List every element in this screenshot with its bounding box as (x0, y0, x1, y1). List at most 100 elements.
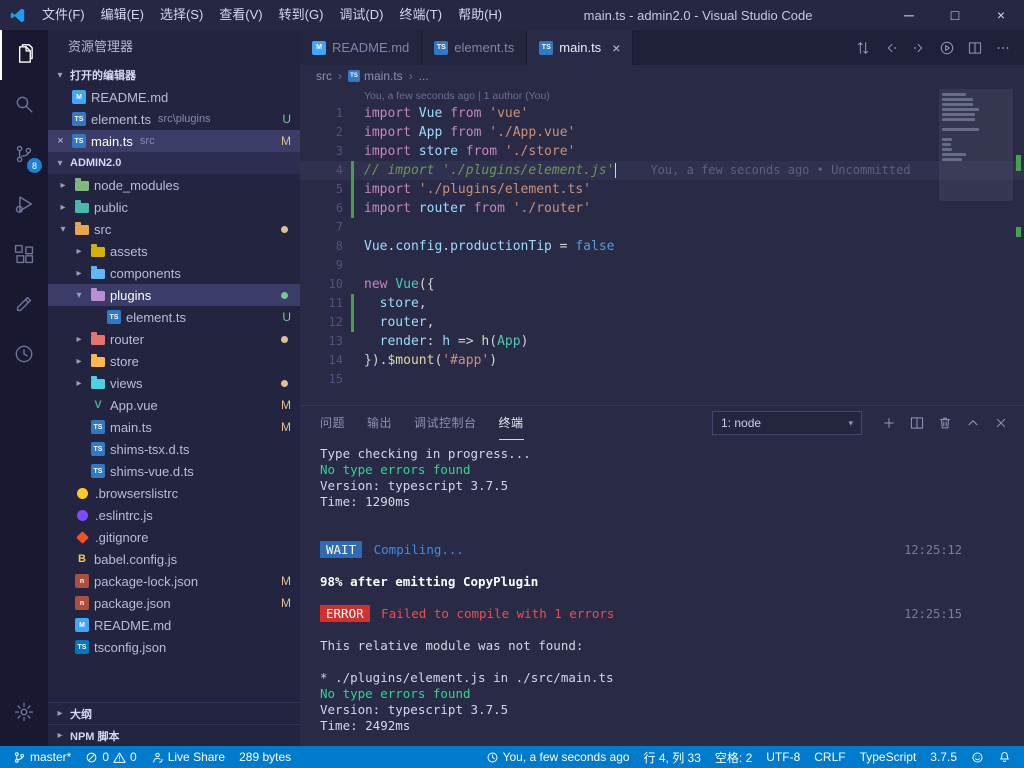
tree-item-src[interactable]: ▾src (48, 218, 300, 240)
more-actions-icon[interactable] (990, 35, 1016, 61)
open-editor-readme-md[interactable]: MREADME.md (48, 86, 300, 108)
new-terminal-icon[interactable] (876, 410, 902, 436)
code-line[interactable]: 1import Vue from 'vue' (300, 104, 1024, 123)
panel-tab-item[interactable]: 输出 (367, 406, 392, 440)
status-live-share[interactable]: Live Share (144, 746, 232, 768)
section-npm[interactable]: ▸NPM 脚本 (48, 724, 300, 746)
status-language[interactable]: TypeScript (853, 746, 924, 768)
menu-item-g[interactable]: 转到(G) (271, 0, 332, 30)
close-icon[interactable]: × (54, 135, 67, 147)
open-editor-element-ts[interactable]: TSelement.tssrc\pluginsU (48, 108, 300, 130)
tree-item-element-ts[interactable]: TSelement.tsU (48, 306, 300, 328)
panel-tab-item[interactable]: 问题 (320, 406, 345, 440)
status-ts-version[interactable]: 3.7.5 (923, 746, 964, 768)
tree-item-assets[interactable]: ▸assets (48, 240, 300, 262)
panel-tab-item[interactable]: 终端 (499, 406, 524, 440)
activity-source-control[interactable]: 8 (0, 130, 48, 180)
code-line[interactable]: 15 (300, 370, 1024, 389)
activity-debug[interactable] (0, 180, 48, 230)
code-line[interactable]: 8Vue.config.productionTip = false (300, 237, 1024, 256)
activity-search[interactable] (0, 80, 48, 130)
run-icon[interactable] (934, 35, 960, 61)
tree-item-store[interactable]: ▸store (48, 350, 300, 372)
tree-item-components[interactable]: ▸components (48, 262, 300, 284)
breadcrumb[interactable]: src›TSmain.ts›... (300, 65, 1024, 87)
menu-item-s[interactable]: 选择(S) (152, 0, 211, 30)
tree-item-readme-md[interactable]: MREADME.md (48, 614, 300, 636)
tree-item-shims-vue-d-ts[interactable]: TSshims-vue.d.ts (48, 460, 300, 482)
menu-item-v[interactable]: 查看(V) (211, 0, 270, 30)
code-line[interactable]: 10new Vue({ (300, 275, 1024, 294)
tree-item-gitignore[interactable]: .gitignore (48, 526, 300, 548)
status-eol[interactable]: CRLF (807, 746, 852, 768)
code-line[interactable]: 12 router, (300, 313, 1024, 332)
next-change-icon[interactable] (906, 35, 932, 61)
code-line[interactable]: 13 render: h => h(App) (300, 332, 1024, 351)
activity-pencil[interactable] (0, 280, 48, 330)
maximize-panel-icon[interactable] (960, 410, 986, 436)
activity-history[interactable] (0, 330, 48, 380)
maximize-button[interactable]: □ (932, 0, 978, 30)
status-encoding[interactable]: UTF-8 (759, 746, 807, 768)
tree-item-package-lock-json[interactable]: npackage-lock.jsonM (48, 570, 300, 592)
project-header[interactable]: ▾ ADMIN2.0 (48, 152, 300, 174)
tree-item-babel-config-js[interactable]: Bbabel.config.js (48, 548, 300, 570)
code-line[interactable]: 5import './plugins/element.ts' (300, 180, 1024, 199)
status-file-size[interactable]: 289 bytes (232, 746, 298, 768)
code-line[interactable]: 9 (300, 256, 1024, 275)
tab-element-ts[interactable]: TSelement.ts (422, 30, 527, 65)
activity-extensions[interactable] (0, 230, 48, 280)
close-button[interactable]: × (978, 0, 1024, 30)
status-indentation[interactable]: 空格: 2 (708, 746, 759, 768)
tree-item-package-json[interactable]: npackage.jsonM (48, 592, 300, 614)
open-editor-main-ts[interactable]: ×TSmain.tssrcM (48, 130, 300, 152)
code-editor[interactable]: You, a few seconds ago | 1 author (You) … (300, 87, 1024, 405)
tree-item-public[interactable]: ▸public (48, 196, 300, 218)
tree-item-eslintrc-js[interactable]: .eslintrc.js (48, 504, 300, 526)
minimap[interactable] (942, 89, 1010, 166)
previous-change-icon[interactable] (878, 35, 904, 61)
terminal-output[interactable]: Type checking in progress...No type erro… (300, 440, 1024, 746)
tree-item-views[interactable]: ▸views (48, 372, 300, 394)
tree-item-plugins[interactable]: ▾plugins (48, 284, 300, 306)
tree-item-browserslistrc[interactable]: .browserslistrc (48, 482, 300, 504)
breadcrumb-item-item[interactable]: ... (419, 69, 429, 83)
menu-item-t[interactable]: 终端(T) (391, 0, 450, 30)
open-editors-header[interactable]: ▾ 打开的编辑器 (48, 64, 300, 86)
tab-readme-md[interactable]: MREADME.md (300, 30, 422, 65)
section-item[interactable]: ▸大纲 (48, 702, 300, 724)
close-icon[interactable]: × (612, 40, 620, 56)
status-git-branch[interactable]: master* (6, 746, 78, 768)
menu-item-d[interactable]: 调试(D) (331, 0, 391, 30)
status-feedback[interactable] (964, 746, 991, 768)
activity-explorer[interactable] (0, 30, 48, 80)
tree-item-tsconfig-json[interactable]: TStsconfig.json (48, 636, 300, 658)
breadcrumb-item-src[interactable]: src (316, 69, 332, 83)
code-line[interactable]: 6import router from './router' (300, 199, 1024, 218)
code-line[interactable]: 14}).$mount('#app') (300, 351, 1024, 370)
menu-item-h[interactable]: 帮助(H) (450, 0, 510, 30)
terminal-selector[interactable]: 1: node ▾ (712, 411, 862, 435)
tree-item-shims-tsx-d-ts[interactable]: TSshims-tsx.d.ts (48, 438, 300, 460)
code-line[interactable]: 11 store, (300, 294, 1024, 313)
status-problems[interactable]: 00 (78, 746, 143, 768)
panel-tab-item[interactable]: 调试控制台 (414, 406, 477, 440)
minimize-button[interactable]: ─ (886, 0, 932, 30)
breadcrumb-item-main-ts[interactable]: TSmain.ts (348, 69, 403, 83)
code-line[interactable]: 3import store from './store' (300, 142, 1024, 161)
status-notifications[interactable] (991, 746, 1018, 768)
tree-item-main-ts[interactable]: TSmain.tsM (48, 416, 300, 438)
tree-item-app-vue[interactable]: VApp.vueM (48, 394, 300, 416)
codelens[interactable]: You, a few seconds ago | 1 author (You) (300, 87, 1024, 104)
split-editor-icon[interactable] (962, 35, 988, 61)
status-gitlens-blame[interactable]: You, a few seconds ago (479, 746, 637, 768)
open-changes-icon[interactable] (850, 35, 876, 61)
menu-item-f[interactable]: 文件(F) (34, 0, 93, 30)
tab-main-ts[interactable]: TSmain.ts× (527, 30, 633, 65)
menu-item-e[interactable]: 编辑(E) (93, 0, 152, 30)
kill-terminal-icon[interactable] (932, 410, 958, 436)
status-cursor-position[interactable]: 行 4, 列 33 (637, 746, 708, 768)
split-terminal-icon[interactable] (904, 410, 930, 436)
settings-gear[interactable] (0, 688, 48, 738)
code-line[interactable]: 2import App from './App.vue' (300, 123, 1024, 142)
